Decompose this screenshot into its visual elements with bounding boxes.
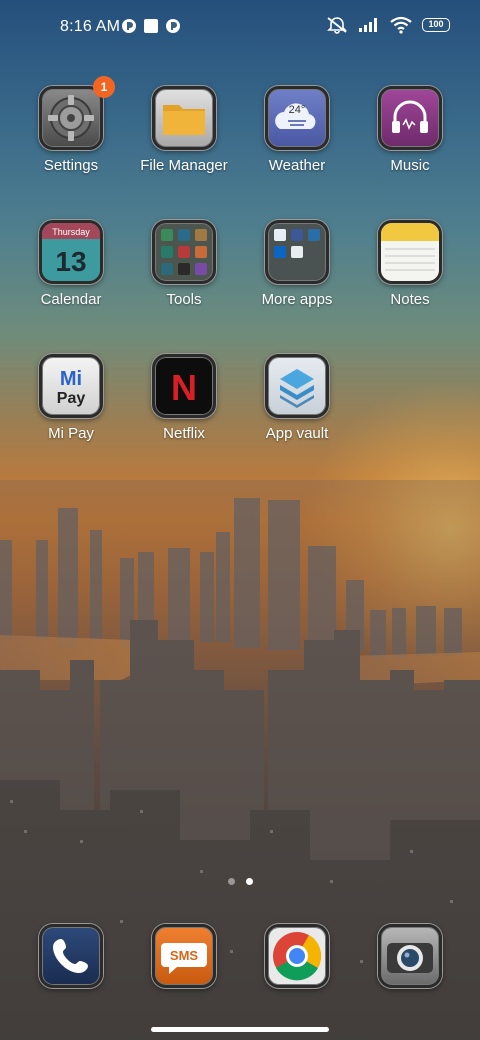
- app-label: Notes: [390, 291, 430, 308]
- camera-icon: [378, 924, 442, 988]
- app-notes[interactable]: Notes: [354, 220, 466, 308]
- sms-icon: SMS: [152, 924, 216, 988]
- notification-app-icon: [166, 19, 180, 33]
- netflix-icon: N: [152, 354, 216, 418]
- app-label: Tools: [166, 291, 202, 308]
- calendar-weekday: Thursday: [52, 227, 90, 237]
- folder-more-apps[interactable]: More apps: [241, 220, 353, 308]
- status-bar: 8:16 AM 100: [0, 0, 480, 56]
- settings-gear-icon: [39, 86, 103, 150]
- dock-phone[interactable]: [15, 924, 127, 988]
- app-label: Settings: [43, 157, 99, 174]
- app-settings[interactable]: 1 Settings: [15, 76, 127, 174]
- app-vault-icon: [265, 354, 329, 418]
- app-netflix[interactable]: N Netflix: [128, 354, 240, 442]
- folder-tools[interactable]: Tools: [128, 220, 240, 308]
- app-weather[interactable]: 24° Weather: [241, 86, 353, 174]
- app-calendar[interactable]: Thursday 13 Calendar: [15, 220, 127, 308]
- more-apps-folder-icon: [265, 220, 329, 284]
- page-indicator: [0, 878, 480, 885]
- app-mi-pay[interactable]: Mi Pay Mi Pay: [15, 354, 127, 442]
- weather-cloud-icon: 24°: [265, 86, 329, 150]
- mi-pay-line2: Pay: [57, 390, 86, 407]
- app-label: File Manager: [140, 157, 228, 174]
- app-label: Music: [390, 157, 430, 174]
- home-indicator[interactable]: [151, 1027, 329, 1032]
- dock-sms[interactable]: SMS: [128, 924, 240, 988]
- app-label: App vault: [265, 425, 329, 442]
- wifi-icon: [390, 16, 412, 34]
- mute-icon: [327, 17, 347, 34]
- chrome-icon: [265, 924, 329, 988]
- dock-camera[interactable]: [354, 924, 466, 988]
- tools-folder-icon: [152, 220, 216, 284]
- status-time: 8:16 AM: [60, 18, 121, 35]
- app-music[interactable]: Music: [354, 86, 466, 174]
- signal-icon: [359, 18, 377, 32]
- dock-chrome[interactable]: [241, 924, 353, 988]
- phone-icon: [39, 924, 103, 988]
- app-label: Netflix: [163, 425, 205, 442]
- page-dot[interactable]: [227, 878, 235, 885]
- app-label: Mi Pay: [48, 425, 94, 442]
- sms-text: SMS: [170, 948, 199, 963]
- folder-icon: [152, 86, 216, 150]
- notification-app-icon: [122, 19, 136, 33]
- app-label: More apps: [261, 291, 333, 308]
- notification-square-icon: [144, 19, 158, 33]
- home-screen: 8:16 AM 100 1 Settings File Manager 24° …: [0, 0, 480, 1040]
- status-icons: 100: [326, 16, 450, 34]
- calendar-day: 13: [55, 246, 86, 277]
- app-app-vault[interactable]: App vault: [241, 354, 353, 442]
- weather-temp: 24°: [289, 104, 306, 116]
- app-file-manager[interactable]: File Manager: [128, 86, 240, 174]
- app-label: Weather: [268, 157, 326, 174]
- app-label: Calendar: [40, 291, 102, 308]
- notification-badge: 1: [93, 76, 115, 98]
- headphones-icon: [378, 86, 442, 150]
- calendar-icon: Thursday 13: [39, 220, 103, 284]
- mi-pay-line1: Mi: [60, 368, 82, 390]
- notes-icon: [378, 220, 442, 284]
- mi-pay-icon: Mi Pay: [39, 354, 103, 418]
- netflix-letter: N: [171, 367, 197, 408]
- battery-icon: 100: [422, 18, 450, 32]
- page-dot-active[interactable]: [245, 878, 253, 885]
